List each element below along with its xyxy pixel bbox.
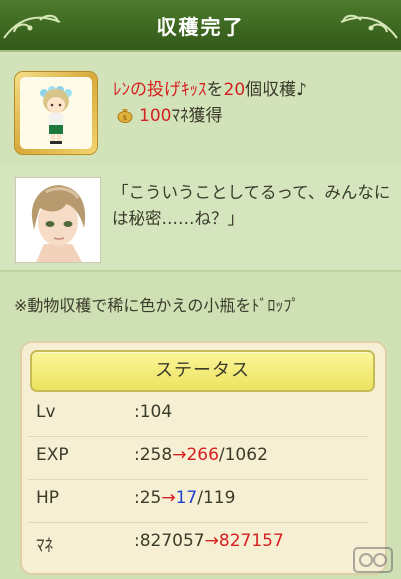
- item-thumbnail: [15, 72, 97, 154]
- status-value: :25→17/119: [134, 488, 236, 508]
- header-bar: 収穫完了: [0, 0, 401, 52]
- status-row-money: ﾏﾈ :827057→827157: [36, 531, 376, 557]
- harvest-result-text: ﾚﾝの投げｷｯｽを20個収穫♪: [113, 75, 307, 100]
- watermark-logo-icon: [353, 547, 393, 573]
- character-dialogue: 「こういうことしてるって、みんなには秘密……ね？」: [112, 183, 391, 228]
- money-amount: 100: [139, 106, 172, 126]
- money-bag-icon: $: [117, 109, 133, 123]
- ornament-right-icon: [340, 14, 398, 39]
- status-value: :104: [134, 402, 173, 422]
- particle-text: を: [206, 80, 224, 100]
- row-separator: [28, 479, 368, 480]
- status-row-hp: HP :25→17/119: [28, 488, 376, 523]
- status-button[interactable]: ステータス: [30, 350, 375, 392]
- status-label: Lv: [36, 402, 56, 422]
- money-gain-text: $ 100ﾏﾈ獲得: [117, 101, 222, 126]
- status-row-lv: Lv :104: [28, 402, 376, 437]
- svg-text:$: $: [123, 114, 127, 122]
- row-separator: [28, 436, 368, 437]
- status-value: :827057→827157: [134, 531, 284, 551]
- harvest-suffix: 個収穫♪: [245, 80, 307, 100]
- money-suffix: ﾏﾈ獲得: [171, 106, 223, 126]
- status-value: :258→266/1062: [134, 445, 268, 465]
- row-separator: [28, 522, 368, 523]
- chibi-character-icon: [40, 86, 72, 144]
- item-name: ﾚﾝの投げｷｯｽ: [113, 80, 207, 100]
- status-label: HP: [36, 488, 60, 508]
- status-button-label: ステータス: [155, 360, 250, 381]
- character-face-icon: [16, 178, 100, 262]
- harvest-count: 20: [223, 80, 246, 100]
- drop-note: ※動物収穫で稀に色かえの小瓶をﾄﾞﾛｯﾌﾟ: [14, 296, 300, 315]
- divider: [0, 270, 401, 272]
- character-portrait: [15, 177, 101, 263]
- status-row-exp: EXP :258→266/1062: [28, 445, 376, 480]
- status-label: EXP: [36, 445, 69, 465]
- status-label: ﾏﾈ: [36, 536, 53, 556]
